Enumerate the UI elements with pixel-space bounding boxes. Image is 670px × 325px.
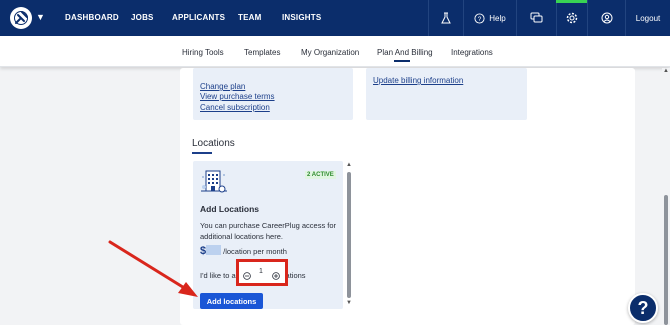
logo-dropdown-chevron-icon[interactable]: ▼ (36, 12, 45, 22)
help-button[interactable]: ? Help (463, 0, 516, 36)
tab-my-organization[interactable]: My Organization (301, 48, 359, 57)
page-scroll-up-icon[interactable]: ▲ (663, 68, 669, 74)
nav-team[interactable]: TEAM (238, 13, 261, 22)
building-location-icon (201, 170, 227, 193)
nav-applicants[interactable]: APPLICANTS (172, 13, 225, 22)
locations-heading: Locations (192, 138, 235, 149)
tab-hiring-tools[interactable]: Hiring Tools (182, 48, 224, 57)
careerplug-logo-icon[interactable] (10, 7, 32, 29)
price-suffix: /location per month (223, 247, 287, 256)
tab-templates[interactable]: Templates (244, 48, 280, 57)
nav-jobs[interactable]: JOBS (131, 13, 154, 22)
logout-button[interactable]: Logout (625, 0, 670, 36)
user-circle-icon (601, 12, 612, 24)
minus-circle-icon[interactable] (243, 272, 251, 280)
page-scrollbar-thumb[interactable] (664, 195, 668, 325)
flask-icon (441, 12, 451, 24)
add-locations-title: Add Locations (200, 204, 260, 214)
help-chat-button[interactable]: ? (628, 293, 658, 323)
flask-button[interactable] (428, 0, 463, 36)
sub-navigation-bar: Hiring Tools Templates My Organization P… (0, 36, 670, 67)
locations-heading-underline (192, 152, 212, 154)
tab-plan-and-billing[interactable]: Plan And Billing (377, 48, 433, 57)
quantity-sentence-prefix: I'd like to ad (200, 271, 240, 280)
tab-integrations[interactable]: Integrations (451, 48, 493, 57)
price-per-location: $/location per month (200, 245, 287, 257)
view-purchase-terms-link[interactable]: View purchase terms (200, 92, 275, 101)
chat-bubbles-icon (530, 12, 543, 23)
add-locations-button[interactable]: Add locations (200, 293, 263, 309)
active-tab-underline (394, 60, 410, 62)
nav-insights[interactable]: INSIGHTS (282, 13, 321, 22)
cancel-subscription-link[interactable]: Cancel subscription (200, 103, 270, 112)
nav-dashboard[interactable]: DASHBOARD (65, 13, 119, 22)
panel-scroll-up-icon[interactable]: ▲ (346, 162, 352, 168)
gear-icon (566, 12, 578, 24)
quantity-value[interactable]: 1 (259, 268, 263, 275)
messages-button[interactable] (516, 0, 556, 36)
help-label: Help (489, 13, 506, 23)
change-plan-link[interactable]: Change plan (200, 82, 245, 91)
settings-button[interactable] (556, 0, 587, 36)
active-settings-indicator (556, 0, 587, 3)
logout-label: Logout (635, 13, 661, 23)
active-count-badge: 2 ACTIVE (305, 171, 336, 179)
update-billing-link[interactable]: Update billing information (373, 76, 463, 85)
redacted-price (206, 245, 222, 255)
svg-text:?: ? (478, 15, 482, 22)
account-button[interactable] (587, 0, 625, 36)
plus-circle-icon[interactable] (272, 272, 280, 280)
panel-scroll-down-icon[interactable]: ▼ (346, 300, 352, 306)
help-circle-icon: ? (474, 12, 485, 24)
panel-scrollbar-thumb[interactable] (347, 172, 351, 298)
top-navigation-bar: ▼ DASHBOARD JOBS APPLICANTS TEAM INSIGHT… (0, 0, 670, 36)
location-quantity-stepper[interactable]: 1 (236, 259, 288, 286)
add-locations-description: You can purchase CareerPlug access for a… (200, 221, 337, 241)
